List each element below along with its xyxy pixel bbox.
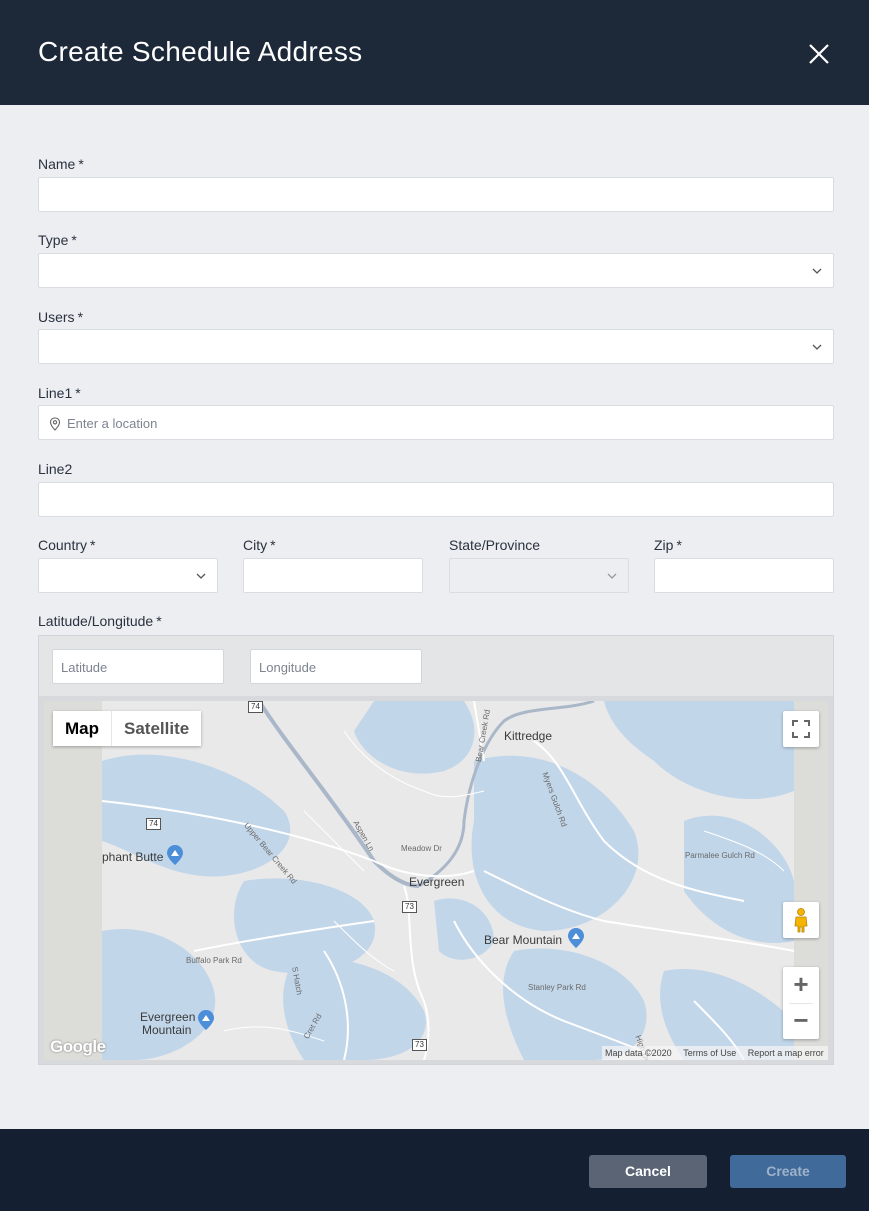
fullscreen-icon (792, 720, 810, 738)
place-evergreen-mountain-line2: Mountain (142, 1023, 192, 1037)
state-label-text: State/Province (449, 537, 541, 553)
place-kittredge: Kittredge (504, 729, 553, 743)
country-label-text: Country (38, 537, 88, 553)
line2-label-text: Line2 (38, 461, 73, 477)
line2-label: Line2 (38, 461, 72, 477)
name-label: Name * (38, 156, 84, 172)
users-label: Users * (38, 309, 83, 325)
route-shield: 74 (248, 701, 263, 713)
longitude-placeholder: Longitude (259, 660, 317, 675)
dialog-footer: Cancel Create (0, 1129, 869, 1211)
zip-label-text: Zip (654, 537, 674, 553)
line1-label: Line1 * (38, 385, 81, 401)
report-map-error-link[interactable]: Report a map error (748, 1048, 824, 1058)
chevron-down-icon (196, 573, 206, 579)
type-select[interactable] (38, 253, 834, 288)
required-mark: * (156, 613, 162, 629)
city-input[interactable] (243, 558, 423, 593)
latlng-label-text: Latitude/Longitude (38, 613, 154, 629)
latlng-panel: Latitude Longitude Map Satellite + − Kit… (38, 635, 834, 1065)
line1-input[interactable]: Enter a location (38, 405, 834, 440)
required-mark: * (676, 537, 682, 553)
latitude-input[interactable]: Latitude (52, 649, 224, 684)
map-type-control: Map Satellite (53, 711, 202, 746)
city-label: City * (243, 537, 276, 553)
line2-input[interactable] (38, 482, 834, 517)
fullscreen-button[interactable] (783, 711, 819, 747)
location-pin-icon (49, 417, 61, 431)
latlng-label: Latitude/Longitude * (38, 613, 162, 629)
country-label: Country * (38, 537, 95, 553)
chevron-down-icon (812, 268, 822, 274)
create-button[interactable]: Create (730, 1155, 846, 1188)
type-label-text: Type (38, 232, 69, 248)
state-label: State/Province (449, 537, 540, 553)
dialog-title: Create Schedule Address (38, 36, 363, 67)
place-elephant-butte: phant Butte (102, 850, 164, 864)
street-view-pegman-icon (794, 908, 808, 933)
cancel-button[interactable]: Cancel (589, 1155, 707, 1188)
route-shield: 74 (146, 818, 161, 830)
required-mark: * (270, 537, 276, 553)
route-shield: 73 (412, 1039, 427, 1051)
line1-label-text: Line1 (38, 385, 73, 401)
zip-input[interactable] (654, 558, 834, 593)
zip-label: Zip * (654, 537, 682, 553)
address-form: Name * Type * Users * Line1 * Enter a locati… (0, 105, 869, 1129)
users-select[interactable] (38, 329, 834, 364)
road-label: Stanley Park Rd (528, 983, 586, 992)
map-type-map-button[interactable]: Map (53, 711, 111, 746)
type-label: Type * (38, 232, 77, 248)
name-input[interactable] (38, 177, 834, 212)
required-mark: * (78, 156, 84, 172)
state-select[interactable] (449, 558, 629, 593)
zoom-control: + − (783, 967, 819, 1039)
chevron-down-icon (607, 573, 617, 579)
line1-placeholder: Enter a location (67, 416, 158, 431)
chevron-down-icon (812, 344, 822, 350)
zoom-out-button[interactable]: − (783, 1003, 819, 1039)
map-attribution: Map data ©2020 Terms of Use Report a map… (602, 1046, 828, 1060)
map-view[interactable]: Map Satellite + − Kittredge phant Butte … (44, 701, 828, 1060)
latitude-placeholder: Latitude (61, 660, 108, 675)
dialog-header: Create Schedule Address (0, 0, 869, 105)
mountain-peak-icon (167, 845, 183, 865)
google-logo: Google (50, 1037, 106, 1056)
longitude-input[interactable]: Longitude (250, 649, 422, 684)
name-label-text: Name (38, 156, 76, 172)
zoom-in-button[interactable]: + (783, 967, 819, 1003)
required-mark: * (90, 537, 96, 553)
place-evergreen-mountain-line1: Evergreen (140, 1010, 196, 1024)
road-label: Parmalee Gulch Rd (685, 851, 755, 860)
latlng-inputs-bar: Latitude Longitude (39, 636, 833, 696)
route-shield: 73 (402, 901, 417, 913)
mountain-peak-icon (568, 928, 584, 948)
map-data-text: Map data ©2020 (605, 1048, 672, 1058)
place-evergreen: Evergreen (409, 875, 465, 889)
required-mark: * (75, 385, 81, 401)
required-mark: * (71, 232, 77, 248)
map-type-satellite-button[interactable]: Satellite (111, 711, 202, 746)
users-label-text: Users (38, 309, 75, 325)
close-icon[interactable] (806, 41, 832, 67)
city-label-text: City (243, 537, 268, 553)
road-label: Buffalo Park Rd (186, 956, 242, 965)
mountain-peak-icon (198, 1010, 214, 1030)
street-view-button[interactable] (783, 902, 819, 938)
terms-of-use-link[interactable]: Terms of Use (683, 1048, 736, 1058)
road-label: Meadow Dr (401, 844, 442, 853)
place-bear-mountain: Bear Mountain (484, 933, 563, 947)
country-select[interactable] (38, 558, 218, 593)
required-mark: * (77, 309, 84, 325)
